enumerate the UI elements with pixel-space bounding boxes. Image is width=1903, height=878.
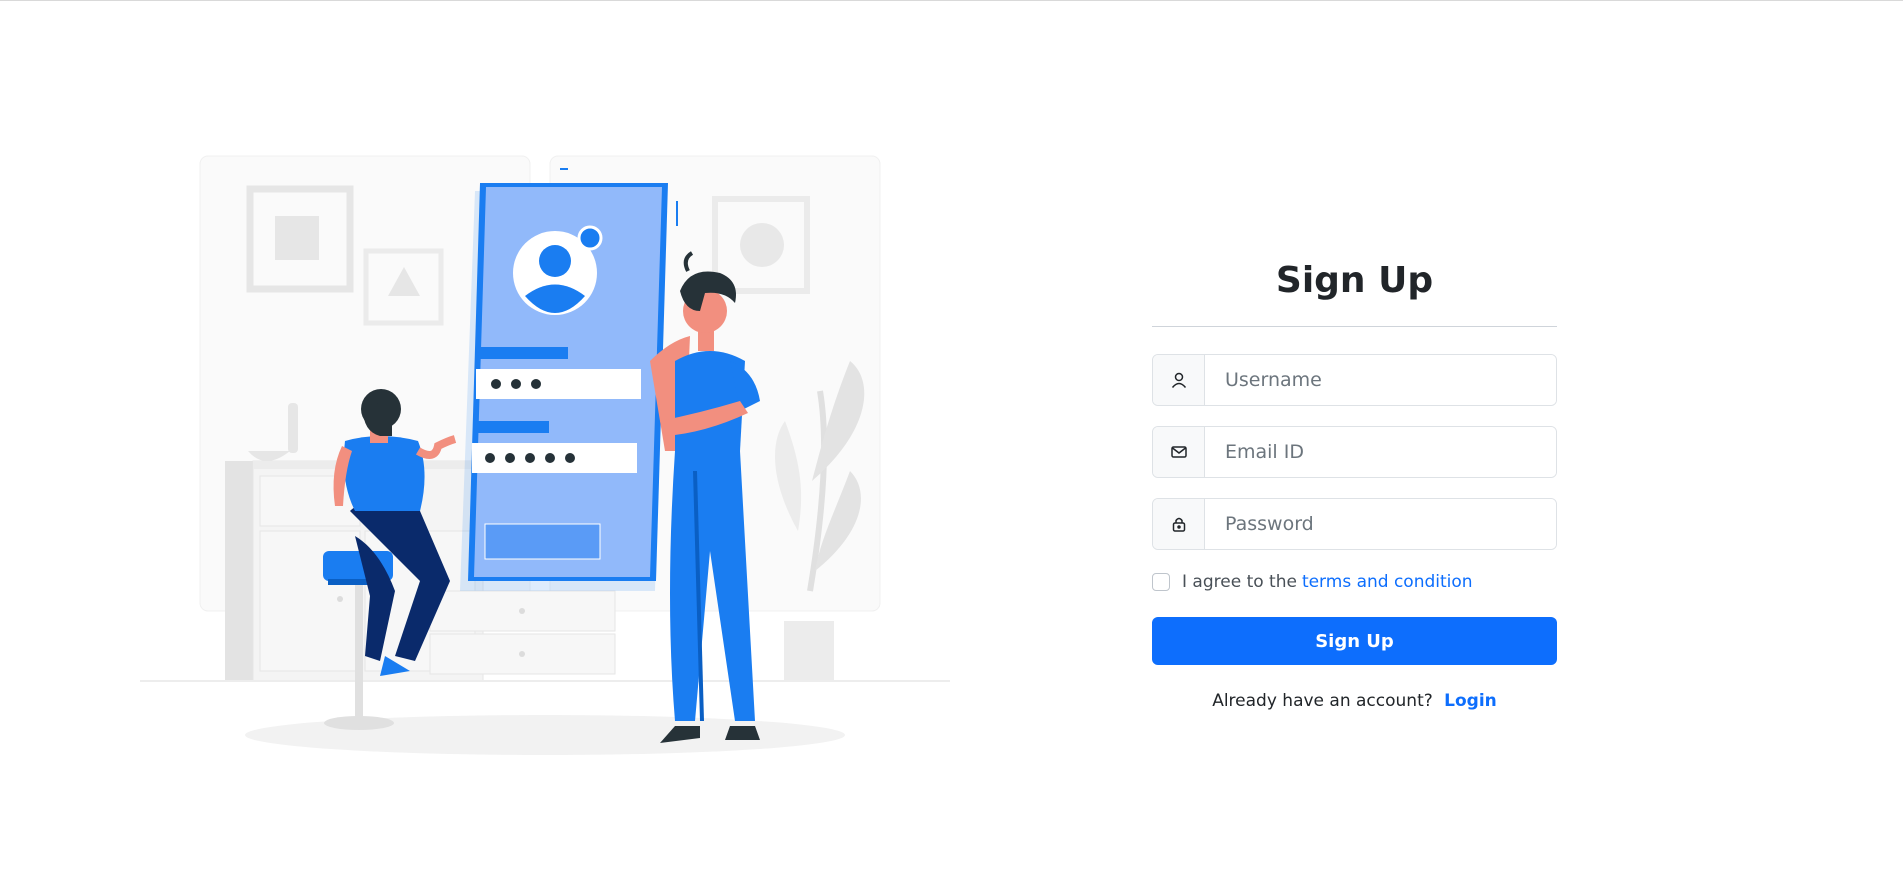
signup-form: Sign Up I agr bbox=[1152, 251, 1557, 711]
page-title: Sign Up bbox=[1275, 260, 1434, 301]
email-group bbox=[1152, 426, 1557, 478]
login-link[interactable]: Login bbox=[1444, 691, 1497, 711]
agree-text: I agree to the bbox=[1182, 572, 1297, 592]
password-group bbox=[1152, 498, 1557, 550]
username-input[interactable] bbox=[1205, 355, 1556, 405]
terms-link[interactable]: terms and condition bbox=[1302, 572, 1473, 592]
user-icon bbox=[1153, 355, 1205, 405]
envelope-icon bbox=[1153, 427, 1205, 477]
sign-up-button[interactable]: Sign Up bbox=[1152, 617, 1557, 665]
email-input[interactable] bbox=[1205, 427, 1556, 477]
username-group bbox=[1152, 354, 1557, 406]
signup-illustration bbox=[130, 151, 960, 771]
login-prompt-row: Already have an account? Login bbox=[1152, 691, 1557, 711]
terms-checkbox[interactable] bbox=[1152, 573, 1170, 591]
password-input[interactable] bbox=[1205, 499, 1556, 549]
login-prompt: Already have an account? bbox=[1212, 691, 1433, 711]
lock-icon bbox=[1153, 499, 1205, 549]
terms-agreement: I agree to the terms and condition bbox=[1152, 572, 1557, 592]
signup-illustration-art bbox=[140, 155, 950, 755]
title-divider bbox=[1152, 326, 1557, 327]
